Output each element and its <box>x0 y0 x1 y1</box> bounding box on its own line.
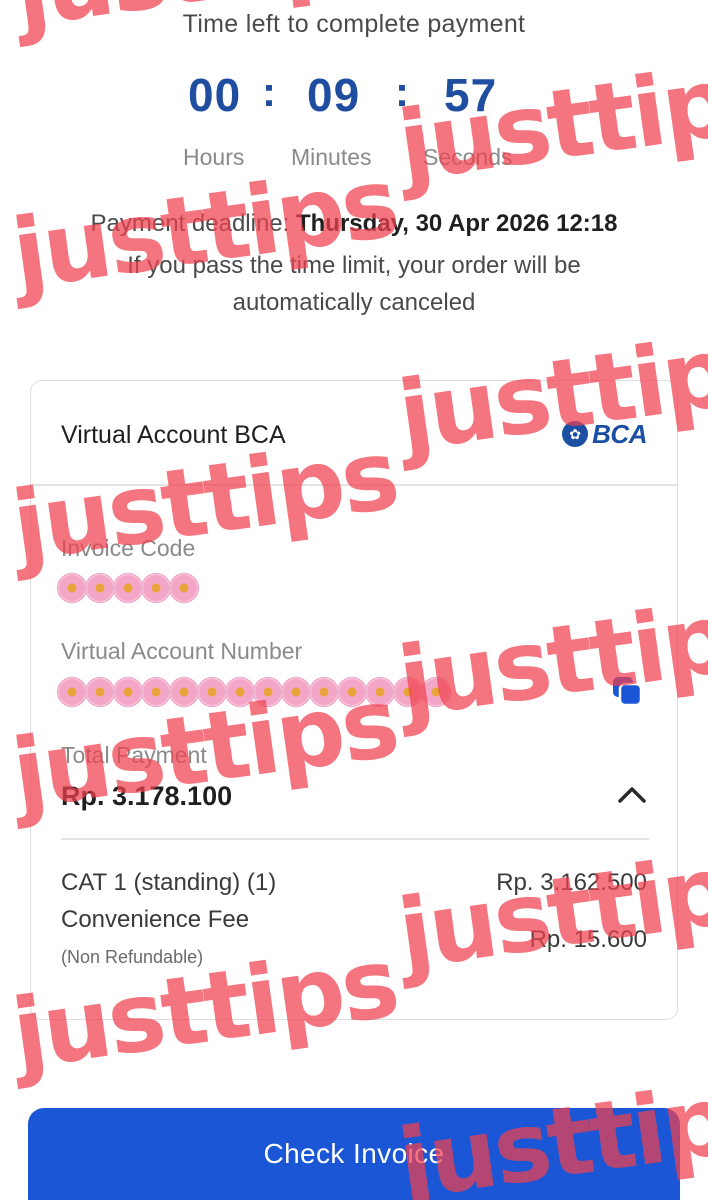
flower-sticker <box>57 677 87 707</box>
virtual-account-label: Virtual Account Number <box>61 638 303 664</box>
payment-deadline: Payment deadline: Thursday, 30 Apr 2026 … <box>0 210 708 238</box>
flower-sticker <box>113 677 143 707</box>
flower-sticker <box>141 573 171 603</box>
divider <box>61 838 649 840</box>
copy-icon[interactable] <box>609 673 645 709</box>
flower-sticker <box>197 677 227 707</box>
total-payment-label: Total Payment <box>61 742 207 768</box>
bca-logo-mark: ✿ <box>562 421 589 447</box>
flower-sticker <box>421 677 451 707</box>
line-item-label: Convenience Fee <box>61 906 250 933</box>
flower-sticker <box>57 573 87 603</box>
time-left-label: Time left to complete payment <box>182 10 526 38</box>
bca-logo-text: BCA <box>592 418 647 449</box>
countdown-separator: : <box>262 68 276 115</box>
flower-sticker <box>113 573 143 603</box>
flower-sticker <box>85 573 115 603</box>
divider <box>31 484 677 486</box>
bca-logo: ✿ BCA <box>562 419 647 449</box>
flower-sticker <box>225 677 255 707</box>
countdown-separator: : <box>395 68 409 115</box>
check-invoice-button[interactable]: Check Invoice <box>28 1108 680 1200</box>
chevron-up-icon[interactable] <box>615 779 649 809</box>
payment-page: Time left to complete payment 00 : 09 : … <box>0 0 708 1200</box>
invoice-code-label: Invoice Code <box>61 535 196 561</box>
flower-sticker <box>169 573 199 603</box>
minutes-label: Minutes <box>291 144 372 170</box>
countdown-minutes: 09 <box>307 69 361 121</box>
flower-sticker <box>337 677 367 707</box>
total-payment-value: Rp. 3.178.100 <box>61 781 233 811</box>
countdown-timer: 00 : 09 : 57 <box>0 68 708 128</box>
flower-sticker <box>309 677 339 707</box>
line-item-label: CAT 1 (standing) (1) <box>61 869 277 896</box>
payment-method-title: Virtual Account BCA <box>61 421 286 449</box>
flower-sticker <box>365 677 395 707</box>
flower-sticker <box>141 677 171 707</box>
deadline-label: Payment deadline: <box>90 210 296 237</box>
virtual-account-redacted <box>57 675 451 709</box>
hours-label: Hours <box>183 144 245 170</box>
non-refundable-note: (Non Refundable) <box>61 947 204 967</box>
seconds-label: Seconds <box>423 144 513 170</box>
payment-card: Virtual Account BCA ✿ BCA Invoice Code V… <box>30 380 678 1020</box>
flower-sticker <box>393 677 423 707</box>
cancel-warning: If you pass the time limit, your order w… <box>127 252 581 316</box>
flower-sticker <box>85 677 115 707</box>
line-item-value: Rp. 3.162.500 <box>496 869 647 896</box>
flower-sticker <box>281 677 311 707</box>
deadline-value: Thursday, 30 Apr 2026 12:18 <box>295 210 618 237</box>
countdown-seconds: 57 <box>444 69 498 121</box>
invoice-code-redacted <box>57 571 199 605</box>
countdown-hours: 00 <box>188 69 242 121</box>
flower-sticker <box>169 677 199 707</box>
line-item-value: Rp. 15.600 <box>529 926 647 953</box>
flower-sticker <box>253 677 283 707</box>
